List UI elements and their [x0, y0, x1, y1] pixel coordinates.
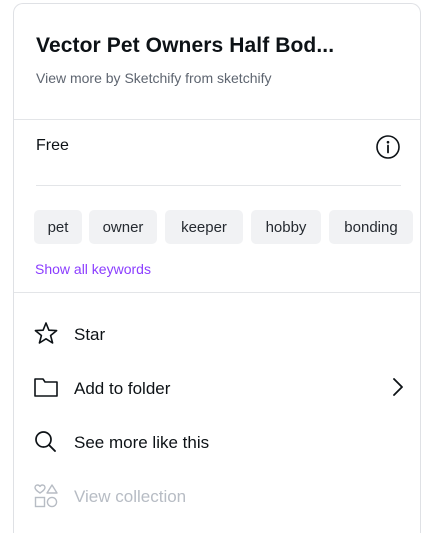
search-icon [33, 429, 59, 460]
keyword-chip-bonding[interactable]: bonding [329, 210, 413, 244]
header-divider [14, 119, 420, 120]
view-collection-menu-item: View collection [14, 471, 420, 519]
star-menu-item[interactable]: Star [14, 310, 420, 358]
keywords-divider [14, 292, 420, 293]
keyword-chip-keeper[interactable]: keeper [165, 210, 243, 244]
show-all-keywords-link[interactable]: Show all keywords [35, 261, 151, 277]
see-more-like-this-label: See more like this [74, 433, 210, 452]
keyword-chip-pet[interactable]: pet [34, 210, 82, 244]
shapes-icon [33, 483, 59, 514]
info-icon[interactable] [375, 134, 401, 160]
panel-header: Vector Pet Owners Half Bod... View more … [14, 4, 420, 119]
view-collection-label: View collection [74, 487, 187, 506]
creator-link[interactable]: View more by Sketchify from sketchify [36, 70, 271, 86]
license-label: Free [36, 137, 69, 154]
add-to-folder-label: Add to folder [74, 379, 171, 398]
star-icon [33, 321, 59, 352]
element-details-panel: Vector Pet Owners Half Bod... View more … [13, 3, 421, 533]
keyword-chip-owner[interactable]: owner [89, 210, 157, 244]
add-to-folder-menu-item[interactable]: Add to folder [14, 363, 420, 411]
element-title: Vector Pet Owners Half Bod... [36, 34, 335, 57]
star-label: Star [74, 325, 106, 344]
see-more-like-this-menu-item[interactable]: See more like this [14, 418, 420, 466]
chevron-right-icon [391, 376, 405, 403]
keyword-chip-hobby[interactable]: hobby [251, 210, 321, 244]
folder-icon [33, 375, 59, 404]
license-divider [36, 185, 401, 186]
